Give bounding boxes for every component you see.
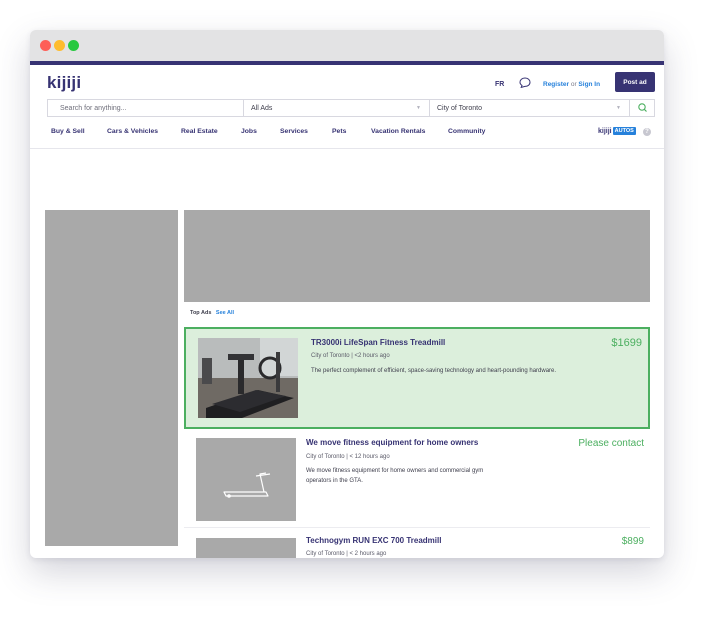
- kijiji-autos-badge: AUTOS: [612, 127, 636, 135]
- post-ad-button[interactable]: Post ad: [615, 72, 655, 92]
- minimize-window-button[interactable]: [54, 40, 65, 51]
- category-select-value: All Ads: [251, 105, 273, 112]
- top-ads-label: Top Ads: [190, 310, 212, 316]
- listing-meta: City of Toronto | <2 hours ago: [311, 353, 390, 359]
- or-text: or: [570, 81, 577, 88]
- listing-description: The perfect complement of efficient, spa…: [311, 368, 557, 374]
- search-input[interactable]: Search for anything...: [60, 105, 127, 112]
- listing-title[interactable]: We move fitness equipment for home owner…: [306, 438, 478, 447]
- side-ad-placeholder: [45, 210, 178, 546]
- nav-item-community[interactable]: Community: [448, 128, 485, 135]
- nav-item-buy-sell[interactable]: Buy & Sell: [51, 128, 85, 135]
- register-sign-in-link[interactable]: Register or Sign In: [543, 81, 600, 88]
- close-window-button[interactable]: [40, 40, 51, 51]
- banner-ad-placeholder: [184, 210, 650, 302]
- kijiji-logo[interactable]: kijiji: [47, 73, 81, 93]
- register-link[interactable]: Register: [543, 81, 569, 88]
- chat-icon[interactable]: [519, 77, 531, 88]
- window-titlebar: [30, 30, 664, 61]
- listing-price: $899: [621, 536, 644, 547]
- listing-card[interactable]: We move fitness equipment for home owner…: [184, 430, 650, 526]
- listing-card-featured[interactable]: TR3000i LifeSpan Fitness Treadmill City …: [184, 327, 650, 429]
- listing-title[interactable]: TR3000i LifeSpan Fitness Treadmill: [311, 338, 445, 347]
- location-select[interactable]: City of Toronto ▼: [429, 100, 629, 116]
- listing-description: We move fitness equipment for home owner…: [306, 468, 484, 484]
- listing-price: Please contact: [578, 438, 644, 449]
- browser-window: kijiji FR Register or Sign In Post ad Se…: [30, 30, 664, 558]
- search-bar: Search for anything... All Ads ▼ City of…: [47, 99, 655, 117]
- treadmill-photo: [198, 338, 298, 418]
- category-select[interactable]: All Ads ▼: [243, 100, 429, 116]
- listing-thumbnail[interactable]: [196, 538, 296, 558]
- search-button[interactable]: [629, 100, 655, 116]
- listing-thumbnail[interactable]: [198, 338, 298, 418]
- listing-meta: City of Toronto | < 2 hours ago: [306, 551, 387, 557]
- help-icon[interactable]: ?: [643, 128, 651, 136]
- maximize-window-button[interactable]: [68, 40, 79, 51]
- chevron-down-icon: ▼: [616, 105, 621, 111]
- nav-item-services[interactable]: Services: [280, 128, 308, 135]
- nav-item-real-estate[interactable]: Real Estate: [181, 128, 218, 135]
- listing-title[interactable]: Technogym RUN EXC 700 Treadmill: [306, 536, 441, 545]
- language-toggle[interactable]: FR: [495, 81, 504, 88]
- listing-thumbnail[interactable]: [196, 438, 296, 521]
- see-all-link[interactable]: See All: [216, 310, 234, 316]
- nav-item-cars-vehicles[interactable]: Cars & Vehicles: [107, 128, 158, 135]
- category-nav: Buy & Sell Cars & Vehicles Real Estate J…: [30, 126, 664, 140]
- nav-item-jobs[interactable]: Jobs: [241, 128, 257, 135]
- nav-item-pets[interactable]: Pets: [332, 128, 346, 135]
- location-select-value: City of Toronto: [437, 105, 483, 112]
- listing-price: $1699: [611, 337, 642, 349]
- kijiji-autos-link[interactable]: kijiji AUTOS: [598, 127, 636, 135]
- listing-meta: City of Toronto | < 12 hours ago: [306, 454, 390, 460]
- site-header: kijiji FR Register or Sign In Post ad Se…: [30, 65, 664, 149]
- kijiji-autos-logo-text: kijiji: [598, 127, 612, 135]
- search-icon: [638, 103, 647, 112]
- nav-item-vacation-rentals[interactable]: Vacation Rentals: [371, 128, 425, 135]
- chevron-down-icon: ▼: [416, 105, 421, 111]
- screenshot-stage: kijiji FR Register or Sign In Post ad Se…: [0, 0, 725, 619]
- sign-in-link[interactable]: Sign In: [578, 81, 600, 88]
- listing-card[interactable]: Technogym RUN EXC 700 Treadmill City of …: [184, 529, 650, 558]
- top-ads-header: Top Ads See All: [190, 310, 234, 316]
- treadmill-icon: [196, 438, 296, 521]
- listing-divider: [184, 527, 650, 528]
